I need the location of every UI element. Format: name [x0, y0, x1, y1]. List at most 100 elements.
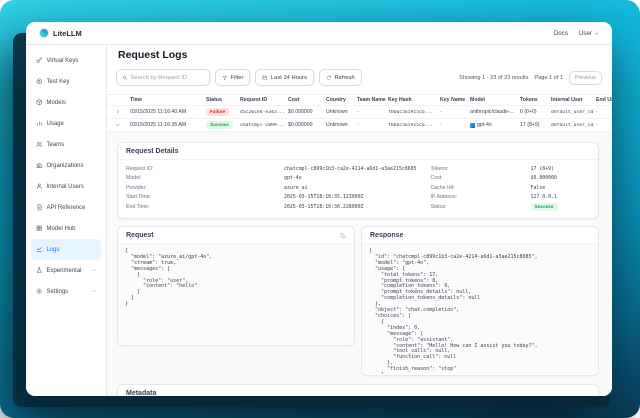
sidebar-item-label: Teams [47, 142, 65, 148]
sidebar: Virtual Keys Test Key Models Usage Teams… [26, 45, 107, 396]
col-time: Time [130, 97, 206, 103]
refresh-button[interactable]: Refresh [319, 69, 362, 86]
sidebar-item-experimental[interactable]: Experimental [31, 260, 101, 281]
sidebar-item-label: Organizations [47, 163, 84, 169]
metadata-card: Metadata [117, 384, 599, 396]
request-details-card: Request Details Request ID:chatcmpl-c899… [117, 142, 599, 219]
cell-country: Unknown [326, 109, 357, 115]
col-internal-user: Internal User [551, 97, 596, 103]
time-range-label: Last 24 Hours [271, 75, 307, 81]
col-tokens: Tokens [520, 97, 551, 103]
main-content: Request Logs Filter Last 24 Hours Refres… [107, 45, 612, 396]
page-indicator: Page 1 of 1 [534, 75, 563, 81]
expanded-row-detail: Request Details Request ID:chatcmpl-c899… [107, 132, 612, 396]
sidebar-item-label: Model Hub [47, 226, 76, 232]
cell-time: 03/15/2025 11:16:40 AM [130, 109, 206, 115]
detail-status: Status:Success [431, 203, 591, 212]
log-row-2-expanded[interactable]: 03/15/2025 11:16:35 AM Success chatcmpl-… [107, 119, 612, 132]
litellm-logo-icon [39, 28, 49, 38]
gear-icon [36, 288, 43, 295]
detail-provider: Provider:azure_ai [126, 184, 417, 193]
bar-chart-icon [36, 120, 43, 127]
cell-key-hash: fb66c565915c6... [388, 110, 440, 115]
sidebar-item-logs[interactable]: Logs [31, 239, 101, 260]
response-json: { "id": "chatcmpl-c899c1b3-ca2e-4214-a6d… [369, 249, 591, 374]
funnel-icon [222, 75, 228, 81]
cell-request-id: chatcmpl-c899... [240, 123, 288, 128]
search-input[interactable] [131, 75, 205, 81]
calendar-icon [262, 75, 268, 81]
sidebar-item-label: Test Key [47, 79, 70, 85]
col-model: Model [470, 97, 520, 103]
user-menu[interactable]: User [579, 30, 599, 37]
col-cost: Cost [288, 97, 326, 103]
refresh-icon [326, 75, 332, 81]
cell-key-name: - [440, 109, 470, 115]
cell-cost: $0.000000 [288, 122, 326, 128]
key-icon [36, 57, 43, 64]
sidebar-item-model-hub[interactable]: Model Hub [31, 218, 101, 239]
sidebar-item-label: Virtual Keys [47, 58, 79, 64]
copy-icon[interactable] [340, 233, 346, 239]
bank-icon [36, 162, 43, 169]
response-panel-title: Response [370, 232, 403, 239]
chevron-down-icon[interactable] [115, 122, 130, 128]
detail-cost: Cost:$0.000000 [431, 174, 591, 183]
toolbar: Filter Last 24 Hours Refresh Showing 1 -… [116, 69, 602, 86]
chevron-right-icon[interactable] [115, 109, 130, 115]
search-icon [122, 75, 128, 81]
sidebar-item-internal-users[interactable]: Internal Users [31, 176, 101, 197]
play-circle-icon [36, 78, 43, 85]
cell-team-name: - [357, 122, 388, 128]
cube-icon [36, 99, 43, 106]
request-panel-title: Request [126, 232, 154, 239]
sidebar-item-usage[interactable]: Usage [31, 113, 101, 134]
sidebar-item-label: Models [47, 100, 66, 106]
sidebar-item-virtual-keys[interactable]: Virtual Keys [31, 50, 101, 71]
log-row-1[interactable]: 03/15/2025 11:16:40 AM Failure d5c26ce4-… [107, 106, 612, 119]
cell-key-hash: fb66c565915c6... [388, 123, 440, 128]
page-title: Request Logs [118, 49, 612, 61]
detail-start-time: Start Time:2025-03-15T18:16:35.123000Z [126, 193, 417, 202]
cell-internal-user: default_user_id [551, 110, 596, 115]
sidebar-item-label: Internal Users [47, 184, 84, 190]
logs-table: Time Status Request ID Cost Country Team… [107, 94, 612, 132]
metadata-title: Metadata [126, 390, 156, 396]
cell-model: anthropic/claude-... [470, 109, 520, 115]
table-header-row: Time Status Request ID Cost Country Team… [107, 94, 612, 106]
search-box[interactable] [116, 69, 210, 86]
response-panel: Response { "id": "chatcmpl-c899c1b3-ca2e… [361, 226, 599, 376]
cell-tokens: 17 (8+9) [520, 122, 551, 128]
col-key-name: Key Name [440, 97, 470, 103]
col-status: Status [206, 97, 240, 103]
sidebar-item-organizations[interactable]: Organizations [31, 155, 101, 176]
sidebar-item-test-key[interactable]: Test Key [31, 71, 101, 92]
cell-end-user: - [596, 122, 612, 128]
status-badge: Success [531, 203, 558, 211]
status-badge: Success [206, 121, 240, 129]
file-text-icon [36, 204, 43, 211]
sidebar-item-label: Settings [47, 289, 69, 295]
top-header: LiteLLM Docs User [26, 22, 612, 45]
request-json: { "model": "azure_ai/gpt-4o", "stream": … [125, 249, 347, 308]
cell-country: Unknown [326, 122, 357, 128]
sidebar-item-label: Usage [47, 121, 64, 127]
sidebar-item-settings[interactable]: Settings [31, 281, 101, 302]
chevron-down-icon [594, 31, 599, 36]
detail-cache-hit: Cache Hit:False [431, 184, 591, 193]
chevron-down-icon [92, 268, 97, 273]
detail-ip-address: IP Address:127.0.0.1 [431, 193, 591, 202]
filter-button[interactable]: Filter [215, 69, 250, 86]
chevron-down-icon [92, 289, 97, 294]
provider-logo-icon [470, 123, 475, 128]
col-request-id: Request ID [240, 97, 288, 103]
time-range-button[interactable]: Last 24 Hours [255, 69, 314, 86]
col-end-user: End User [596, 97, 612, 103]
grid-icon [36, 225, 43, 232]
previous-page-button[interactable]: Previous [569, 71, 602, 85]
brand-logo: LiteLLM [39, 28, 82, 38]
docs-link[interactable]: Docs [554, 30, 568, 37]
sidebar-item-api-reference[interactable]: API Reference [31, 197, 101, 218]
sidebar-item-models[interactable]: Models [31, 92, 101, 113]
sidebar-item-teams[interactable]: Teams [31, 134, 101, 155]
